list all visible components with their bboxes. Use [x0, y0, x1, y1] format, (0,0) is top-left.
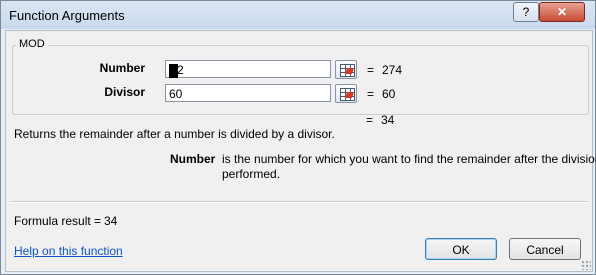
number-result: 274 [382, 63, 403, 77]
formula-result-label: Formula result = [14, 214, 102, 228]
divisor-collapse-button[interactable] [335, 84, 357, 103]
divisor-input-value: 60 [169, 87, 183, 101]
arg-help-name: Number [170, 152, 216, 166]
cancel-button[interactable]: Cancel [509, 238, 581, 260]
divisor-equals: = [367, 87, 375, 101]
function-description: Returns the remainder after a number is … [14, 127, 335, 141]
overall-result: 34 [381, 113, 395, 127]
dialog-body: MOD Number 2 = 274 Divisor 60 = 60 = 34 … [5, 30, 596, 272]
number-input-value: 2 [177, 63, 184, 77]
overall-equals: = [366, 113, 374, 127]
dialog-title: Function Arguments [9, 8, 125, 23]
arg-label-divisor: Divisor [104, 85, 145, 99]
arg-help-text: is the number for which you want to find… [222, 152, 596, 181]
close-icon: ✕ [556, 5, 568, 19]
formula-result-value: 34 [104, 214, 118, 228]
resize-grip[interactable] [581, 260, 591, 270]
function-group-box: MOD Number 2 = 274 Divisor 60 = 60 [12, 38, 589, 115]
function-name: MOD [16, 38, 48, 50]
question-icon: ? [522, 5, 530, 19]
divisor-result: 60 [382, 87, 396, 101]
arg-label-number: Number [99, 61, 145, 75]
ok-button[interactable]: OK [425, 238, 497, 260]
title-bar[interactable]: Function Arguments ? ✕ [1, 1, 595, 29]
number-input[interactable]: 2 [165, 60, 331, 78]
divisor-input[interactable]: 60 [165, 84, 331, 102]
function-arguments-dialog: Function Arguments ? ✕ MOD Number 2 = 27… [0, 0, 596, 275]
help-button[interactable]: ? [513, 2, 539, 22]
help-on-function-link[interactable]: Help on this function [14, 244, 123, 258]
number-equals: = [367, 63, 375, 77]
close-button[interactable]: ✕ [539, 2, 585, 22]
divider [10, 201, 588, 202]
number-collapse-button[interactable] [335, 60, 357, 79]
